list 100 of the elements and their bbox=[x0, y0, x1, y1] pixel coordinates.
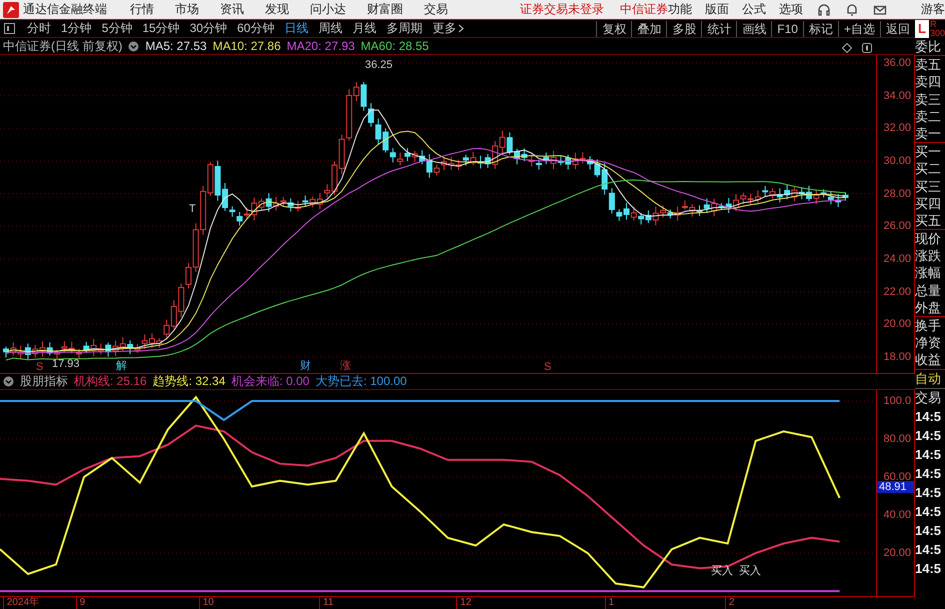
period-tab[interactable]: 多周期 bbox=[381, 20, 428, 37]
menu-item[interactable]: 发现 bbox=[263, 1, 291, 18]
tool-button[interactable]: 画线 bbox=[736, 20, 772, 36]
period-tab[interactable]: 日线 bbox=[279, 20, 314, 37]
axis-label: 80.00 bbox=[883, 433, 911, 446]
price-label: T bbox=[189, 203, 196, 215]
menu-item[interactable]: 行情 bbox=[128, 1, 156, 18]
axis-label: 9 bbox=[76, 597, 86, 609]
user-name[interactable]: 游客 bbox=[921, 1, 945, 18]
period-tab[interactable]: 60分钟 bbox=[232, 20, 280, 37]
trade-time: 14:5 bbox=[915, 502, 942, 521]
period-tab[interactable]: 分时 bbox=[22, 20, 56, 37]
event-marker[interactable]: 财 bbox=[300, 358, 311, 373]
period-tab[interactable]: 15分钟 bbox=[137, 20, 185, 37]
period-tab[interactable]: 月线 bbox=[347, 20, 382, 37]
quote-label: 换手 bbox=[915, 317, 942, 334]
quote-label: 卖一 bbox=[915, 124, 942, 142]
window-icon[interactable] bbox=[862, 43, 872, 53]
menu-item[interactable]: 资讯 bbox=[218, 1, 246, 18]
axis-label: 20.00 bbox=[883, 318, 911, 330]
menu-item[interactable]: 交易 bbox=[422, 1, 450, 18]
indicator-title: 股朋指标 bbox=[20, 373, 68, 390]
menu-item[interactable]: 公式 bbox=[742, 1, 766, 18]
collapse-icon[interactable] bbox=[3, 376, 14, 387]
quote-label: 外盘 bbox=[915, 298, 942, 316]
app-title: 通达信金融终端 bbox=[23, 1, 108, 18]
legend-item: 趋势线: 32.34 bbox=[152, 373, 226, 390]
quote-label: 收益 bbox=[915, 351, 942, 369]
trade-time: 14:5 bbox=[915, 560, 942, 578]
axis-label: 34.00 bbox=[883, 90, 911, 102]
event-marker[interactable]: 解 bbox=[116, 358, 127, 373]
legend-item: 机会来临: 0.00 bbox=[231, 373, 310, 390]
diamond-icon[interactable] bbox=[842, 43, 852, 53]
value-readout: 48.91 bbox=[877, 481, 914, 493]
axis-label: 1 bbox=[604, 597, 614, 609]
legend-item: 机构线: 25.16 bbox=[74, 373, 147, 390]
logo-icon bbox=[3, 2, 19, 18]
buy-signal-label: 买入 bbox=[710, 564, 733, 577]
menu-item[interactable]: 市场 bbox=[173, 1, 201, 18]
quote-label: 卖二 bbox=[915, 108, 942, 125]
axis-label: 11 bbox=[319, 597, 334, 609]
bell-icon[interactable] bbox=[845, 2, 859, 16]
tool-button[interactable]: +自选 bbox=[838, 20, 880, 36]
price-label: 36.25 bbox=[365, 59, 393, 71]
left-tab[interactable]: L bbox=[915, 20, 929, 38]
chevron-icon[interactable] bbox=[458, 24, 464, 33]
headset-icon[interactable] bbox=[817, 2, 831, 16]
auto-label[interactable]: 自动 bbox=[915, 370, 945, 389]
menu-item[interactable]: 版面 bbox=[705, 1, 729, 18]
tool-button[interactable]: F10 bbox=[771, 20, 803, 36]
trade-label[interactable]: 交易 bbox=[915, 388, 945, 407]
quote-label: 买四 bbox=[915, 194, 942, 212]
legend-item: MA10: 27.86 bbox=[212, 39, 281, 53]
axis-label: 24.00 bbox=[883, 252, 911, 265]
event-marker[interactable]: 涨 bbox=[340, 358, 351, 373]
legend-item: MA60: 28.55 bbox=[360, 39, 429, 53]
axis-label: 18.00 bbox=[883, 350, 911, 363]
quote-label: 买二 bbox=[915, 160, 942, 178]
tool-button[interactable]: 复权 bbox=[596, 20, 632, 36]
tool-button[interactable]: 统计 bbox=[701, 20, 736, 36]
axis-label: 22.00 bbox=[883, 286, 911, 298]
axis-label: 36.00 bbox=[883, 57, 911, 69]
axis-label: 32.00 bbox=[883, 122, 911, 134]
legend-item: 大势已去: 100.00 bbox=[315, 373, 407, 390]
login-status[interactable]: 证券交易未登录 bbox=[520, 1, 604, 18]
collapse-icon[interactable] bbox=[128, 40, 140, 52]
menu-item[interactable]: 财富圈 bbox=[365, 1, 405, 18]
trade-time: 14:5 bbox=[915, 426, 942, 445]
tool-button[interactable]: 叠加 bbox=[631, 20, 666, 36]
axis-label: 2 bbox=[724, 597, 734, 609]
quote-label: 买三 bbox=[915, 178, 942, 195]
event-marker[interactable]: S bbox=[544, 361, 552, 373]
tool-button[interactable]: 标记 bbox=[802, 20, 838, 36]
quote-label: 涨幅 bbox=[915, 264, 942, 282]
tool-button[interactable]: 多股 bbox=[666, 20, 702, 36]
period-tab[interactable]: 1分钟 bbox=[56, 20, 97, 37]
trade-time: 14:5 bbox=[915, 408, 942, 426]
more-button[interactable]: 更多 bbox=[427, 20, 456, 37]
right-tab[interactable]: R bbox=[930, 20, 945, 29]
broker-link[interactable]: 中信证券 bbox=[620, 1, 668, 18]
quote-label: 买五 bbox=[915, 212, 942, 230]
period-tab[interactable]: 周线 bbox=[313, 20, 348, 37]
axis-label: 40.00 bbox=[883, 509, 911, 522]
buy-signal-label: 买入 bbox=[738, 564, 761, 577]
menu-item[interactable]: 功能 bbox=[668, 1, 692, 18]
period-tab[interactable]: 5分钟 bbox=[96, 20, 138, 37]
menu-item[interactable]: 问小达 bbox=[308, 1, 348, 18]
axis-label: 60.00 bbox=[883, 471, 911, 484]
quote-label: 涨跌 bbox=[915, 247, 942, 264]
trade-time: 14:5 bbox=[915, 446, 942, 464]
event-marker[interactable]: S bbox=[36, 361, 44, 373]
trade-time: 14:5 bbox=[915, 464, 942, 483]
quote-label: 现价 bbox=[915, 230, 942, 248]
axis-label: 20.00 bbox=[883, 547, 911, 560]
panel-toggle-icon[interactable] bbox=[4, 23, 15, 34]
quote-label: 卖四 bbox=[915, 73, 942, 91]
period-tab[interactable]: 30分钟 bbox=[184, 20, 232, 37]
menu-item[interactable]: 选项 bbox=[779, 1, 803, 18]
quote-label: 买一 bbox=[915, 143, 942, 160]
chart-title: 中信证券(日线 前复权) bbox=[3, 38, 122, 54]
